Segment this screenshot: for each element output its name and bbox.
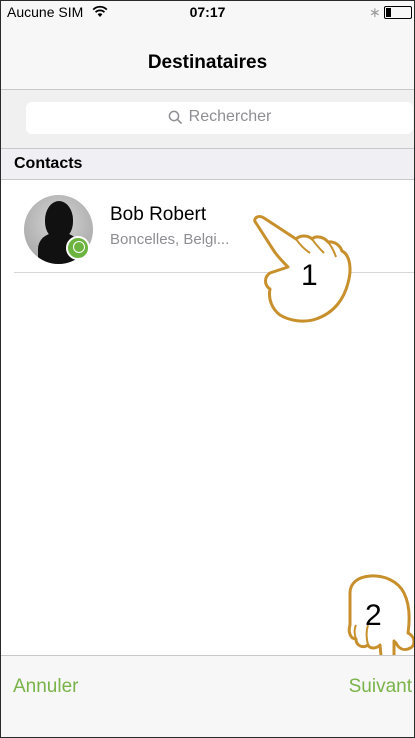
clock: 07:17 (189, 4, 226, 20)
next-button[interactable]: Suivant (349, 676, 412, 698)
step-2-label: 2 (365, 599, 382, 632)
search-input[interactable]: Rechercher (26, 102, 413, 134)
battery-icon (384, 6, 412, 19)
section-header: Contacts (1, 148, 414, 180)
status-bar: Aucune SIM 07:17 ∗ (1, 1, 414, 23)
cancel-button[interactable]: Annuler (13, 676, 79, 698)
contact-name: Bob Robert (110, 204, 207, 225)
search-content: Rechercher (26, 108, 413, 126)
step-1-label: 1 (301, 259, 318, 292)
search-icon (168, 110, 182, 124)
battery-level (386, 8, 391, 17)
contact-badge-icon (66, 236, 90, 260)
section-title: Contacts (14, 155, 83, 172)
page-title: Destinataires (147, 52, 268, 73)
bottom-toolbar: Annuler Suivant (1, 655, 414, 737)
navigation-bar: Destinataires (1, 23, 414, 90)
phone-screen: Aucune SIM 07:17 ∗ Destinataires Recherc… (0, 0, 415, 738)
search-bar: Rechercher (1, 90, 414, 148)
badge-inner (73, 241, 85, 253)
search-placeholder: Rechercher (188, 108, 272, 125)
contact-location: Boncelles, Belgi... (110, 231, 230, 248)
bluetooth-icon: ∗ (369, 4, 381, 20)
